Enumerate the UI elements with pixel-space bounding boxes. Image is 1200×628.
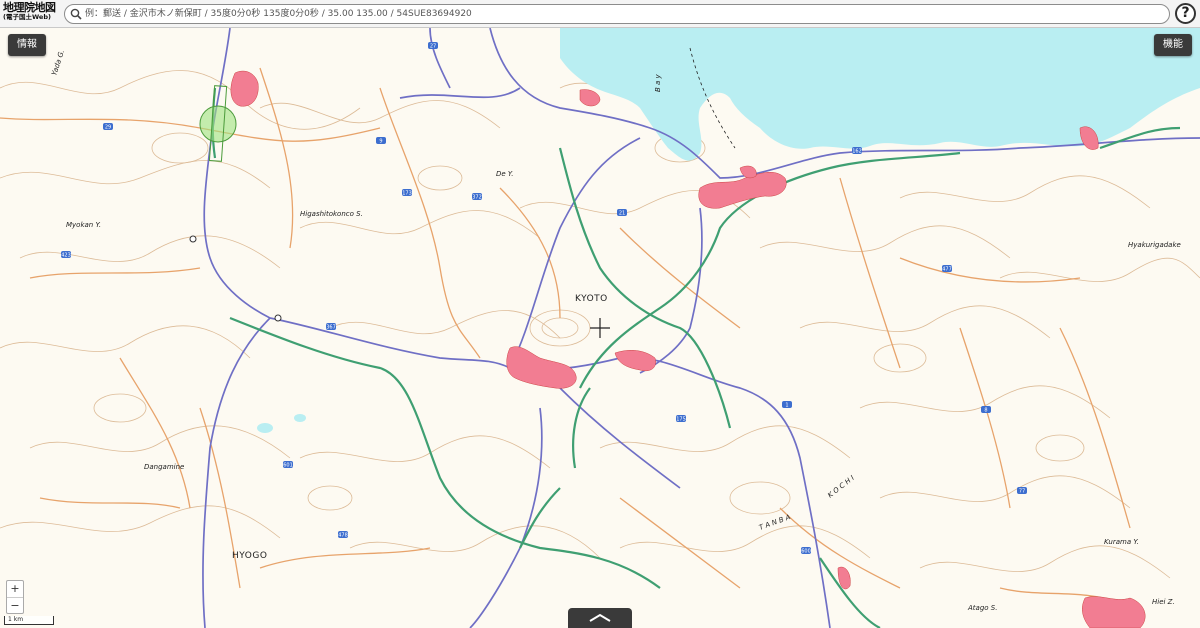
label-hyakurigadake: Hyakurigadake [1128,241,1181,249]
route-shield: 9 [376,137,386,145]
route-shield: 423 [61,251,71,259]
chevron-up-icon [589,613,611,622]
map-canvas[interactable]: 27 9 173 372 21 162 477 367 423 29 175 1… [0,28,1200,628]
route-shield-number: 21 [619,211,625,217]
route-shield: 21 [617,209,627,217]
route-shield-number: 77 [1019,489,1025,495]
route-shield-number: 162 [852,149,862,155]
map-svg[interactable]: 27 9 173 372 21 162 477 367 423 29 175 1… [0,28,1200,628]
bottom-panel-toggle[interactable] [568,608,632,628]
route-shield: 477 [942,265,952,273]
route-shield-number: 173 [402,191,412,197]
route-shield-number: 1 [785,403,788,409]
route-shield-number: 423 [61,253,71,259]
route-shield: 173 [402,189,412,197]
label-myokan: Myokan Y. [66,221,101,229]
route-shield-number: 29 [105,125,111,131]
label-hyogo: HYOGO [232,551,267,561]
info-button[interactable]: 情報 [8,34,46,56]
zoom-in-button[interactable]: + [7,581,23,597]
search-box [64,4,1170,24]
route-shield: 8 [981,406,991,414]
label-kyoto: KYOTO [575,294,608,304]
label-hiei: Hiei Z. [1152,598,1175,606]
highlight-circle [199,105,237,143]
route-shield-number: 601 [283,463,293,469]
zoom-control: + − [6,580,24,614]
route-shield-number: 372 [472,195,482,201]
label-bay: B a y [654,73,662,92]
logo[interactable]: 地理院地図 (電子国土Web) [3,2,61,26]
label-higashitokonco: Higashitokonco S. [300,210,363,218]
search-icon[interactable] [70,8,82,20]
urban-area [230,70,259,107]
search-input[interactable] [85,6,1165,22]
route-shield: 27 [428,42,438,50]
route-shield-number: 477 [942,267,952,273]
map-app: 地理院地図 (電子国土Web) ? [0,0,1200,628]
pond [294,414,306,422]
scale-bar: 1 km [4,616,54,625]
route-shield: 478 [338,531,348,539]
route-shield: 600 [801,547,811,555]
logo-title: 地理院地図 [3,1,56,14]
help-button[interactable]: ? [1175,3,1196,24]
functions-button[interactable]: 機能 [1154,34,1192,56]
zoom-out-button[interactable]: − [7,597,23,613]
route-shield: 162 [852,147,862,155]
route-shield-number: 175 [676,417,686,423]
logo-subtitle: (電子国土Web) [3,13,51,21]
label-kurama: Kurama Y. [1104,538,1139,546]
route-shield: 367 [326,323,336,331]
label-dey: De Y. [496,170,514,178]
route-shield: 77 [1017,487,1027,495]
route-shield: 601 [283,461,293,469]
route-shield-number: 9 [379,139,382,145]
label-dangamine: Dangamine [144,463,184,471]
route-shield: 372 [472,193,482,201]
pond [257,423,273,433]
route-shield-number: 478 [338,533,348,539]
route-shield: 29 [103,123,113,131]
route-shield: 1 [782,401,792,409]
route-shield-number: 8 [984,408,987,414]
route-shield-number: 600 [801,549,811,555]
route-shield-number: 27 [430,44,436,50]
route-shield: 175 [676,415,686,423]
scale-label: 1 km [8,616,24,623]
header-bar: 地理院地図 (電子国土Web) ? [0,0,1200,28]
label-atago: Atago S. [967,604,997,612]
urban-area [1082,596,1146,628]
route-shield-number: 367 [326,325,336,331]
